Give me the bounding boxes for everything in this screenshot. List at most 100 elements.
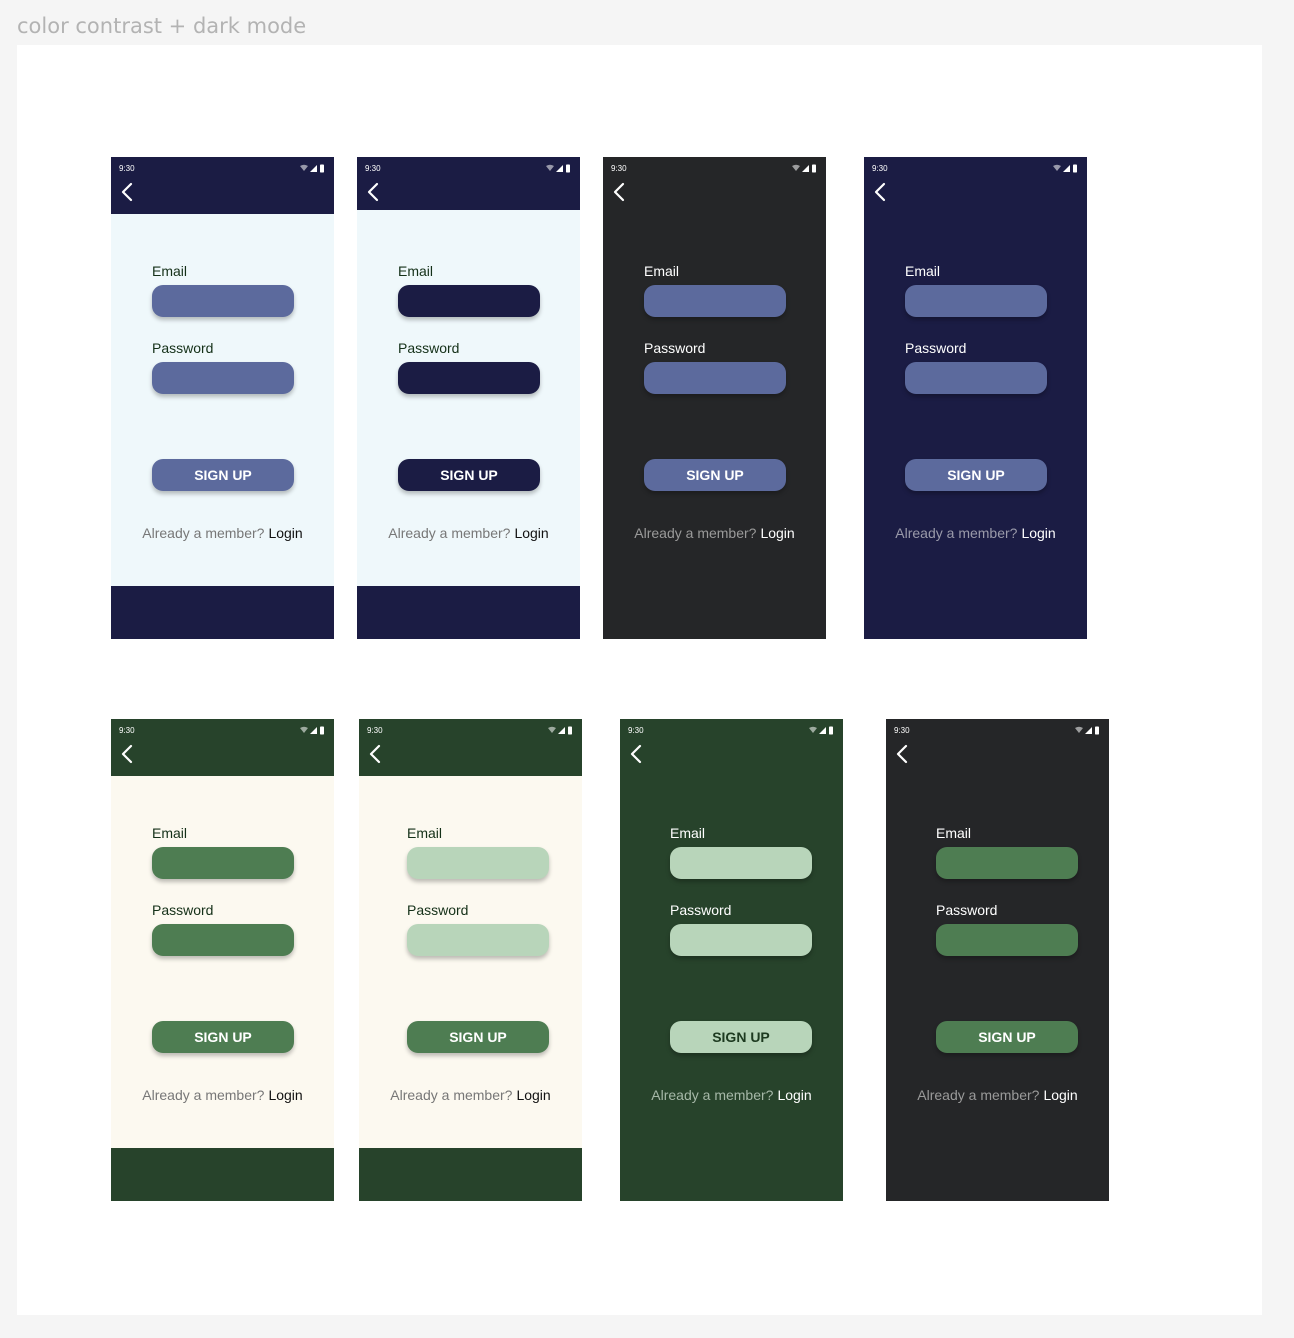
phone-mockup-8: 9:30 Email Password SIGN UP Already a me…	[886, 719, 1109, 1201]
password-label: Password	[644, 340, 706, 356]
back-icon[interactable]	[612, 182, 626, 202]
login-link[interactable]: Login	[514, 525, 548, 541]
status-time: 9:30	[872, 164, 888, 173]
password-field[interactable]	[936, 924, 1078, 956]
signup-button[interactable]: SIGN UP	[936, 1021, 1078, 1053]
status-icons	[546, 164, 570, 173]
status-time: 9:30	[119, 726, 135, 735]
signal-icon	[1085, 727, 1092, 734]
already-member-text: Already a member?	[390, 1087, 513, 1103]
status-time: 9:30	[611, 164, 627, 173]
password-label: Password	[936, 902, 998, 918]
already-member-text: Already a member?	[651, 1087, 774, 1103]
frame-label: color contrast + dark mode	[17, 14, 307, 38]
login-prompt: Already a member? Login	[111, 525, 334, 541]
app-bar: 9:30	[886, 719, 1109, 776]
app-bar: 9:30	[357, 157, 580, 210]
signup-button[interactable]: SIGN UP	[152, 1021, 294, 1053]
login-prompt: Already a member? Login	[111, 1087, 334, 1103]
app-bar: 9:30	[111, 719, 334, 776]
signup-button[interactable]: SIGN UP	[905, 459, 1047, 491]
signup-button[interactable]: SIGN UP	[644, 459, 786, 491]
signup-button[interactable]: SIGN UP	[670, 1021, 812, 1053]
email-field[interactable]	[407, 847, 549, 879]
back-icon[interactable]	[120, 182, 134, 202]
wifi-icon	[548, 726, 556, 733]
login-prompt: Already a member? Login	[864, 525, 1087, 541]
status-icons	[300, 726, 324, 735]
email-label: Email	[152, 825, 188, 841]
phone-mockup-6: 9:30 Email Password SIGN UP Already a me…	[359, 719, 582, 1201]
already-member-text: Already a member?	[388, 525, 511, 541]
back-icon[interactable]	[895, 744, 909, 764]
email-label: Email	[644, 263, 680, 279]
app-bar: 9:30	[359, 719, 582, 776]
already-member-text: Already a member?	[895, 525, 1018, 541]
password-field[interactable]	[152, 924, 294, 956]
email-field[interactable]	[936, 847, 1078, 879]
signal-icon	[556, 165, 563, 172]
status-time: 9:30	[628, 726, 644, 735]
signup-button[interactable]: SIGN UP	[407, 1021, 549, 1053]
signal-icon	[310, 727, 317, 734]
login-link[interactable]: Login	[516, 1087, 550, 1103]
email-field[interactable]	[670, 847, 812, 879]
already-member-text: Already a member?	[917, 1087, 1040, 1103]
password-field[interactable]	[644, 362, 786, 394]
email-field[interactable]	[152, 285, 294, 317]
back-icon[interactable]	[629, 744, 643, 764]
status-icons	[792, 164, 816, 173]
status-time: 9:30	[894, 726, 910, 735]
login-link[interactable]: Login	[268, 525, 302, 541]
email-label: Email	[407, 825, 443, 841]
status-icons	[548, 726, 572, 735]
signup-button[interactable]: SIGN UP	[152, 459, 294, 491]
wifi-icon	[546, 164, 554, 171]
password-field[interactable]	[398, 362, 540, 394]
wifi-icon	[809, 726, 817, 733]
battery-icon	[812, 164, 816, 173]
wifi-icon	[300, 164, 308, 171]
password-field[interactable]	[152, 362, 294, 394]
password-field[interactable]	[670, 924, 812, 956]
login-link[interactable]: Login	[1043, 1087, 1077, 1103]
app-bar: 9:30	[111, 157, 334, 214]
password-field[interactable]	[905, 362, 1047, 394]
battery-icon	[320, 164, 324, 173]
email-label: Email	[398, 263, 434, 279]
email-field[interactable]	[644, 285, 786, 317]
password-label: Password	[398, 340, 460, 356]
email-field[interactable]	[905, 285, 1047, 317]
login-link[interactable]: Login	[1021, 525, 1055, 541]
login-link[interactable]: Login	[777, 1087, 811, 1103]
login-prompt: Already a member? Login	[620, 1087, 843, 1103]
battery-icon	[1073, 164, 1077, 173]
email-label: Email	[936, 825, 972, 841]
app-bar: 9:30	[864, 157, 1087, 210]
already-member-text: Already a member?	[634, 525, 757, 541]
design-canvas: 9:30 Email Password SIGN UP Already a me…	[17, 45, 1262, 1315]
email-field[interactable]	[152, 847, 294, 879]
battery-icon	[566, 164, 570, 173]
status-icons	[300, 164, 324, 173]
login-link[interactable]: Login	[268, 1087, 302, 1103]
back-icon[interactable]	[873, 182, 887, 202]
signup-button[interactable]: SIGN UP	[398, 459, 540, 491]
password-field[interactable]	[407, 924, 549, 956]
phone-mockup-4: 9:30 Email Password SIGN UP Already a me…	[864, 157, 1087, 639]
back-icon[interactable]	[366, 182, 380, 202]
bottom-bar	[111, 1148, 334, 1201]
status-time: 9:30	[367, 726, 383, 735]
back-icon[interactable]	[120, 744, 134, 764]
battery-icon	[1095, 726, 1099, 735]
wifi-icon	[792, 164, 800, 171]
phone-mockup-7: 9:30 Email Password SIGN UP Already a me…	[620, 719, 843, 1201]
login-link[interactable]: Login	[760, 525, 794, 541]
bottom-bar	[359, 1148, 582, 1201]
back-icon[interactable]	[368, 744, 382, 764]
login-prompt: Already a member? Login	[603, 525, 826, 541]
login-prompt: Already a member? Login	[357, 525, 580, 541]
login-prompt: Already a member? Login	[359, 1087, 582, 1103]
email-field[interactable]	[398, 285, 540, 317]
phone-mockup-5: 9:30 Email Password SIGN UP Already a me…	[111, 719, 334, 1201]
